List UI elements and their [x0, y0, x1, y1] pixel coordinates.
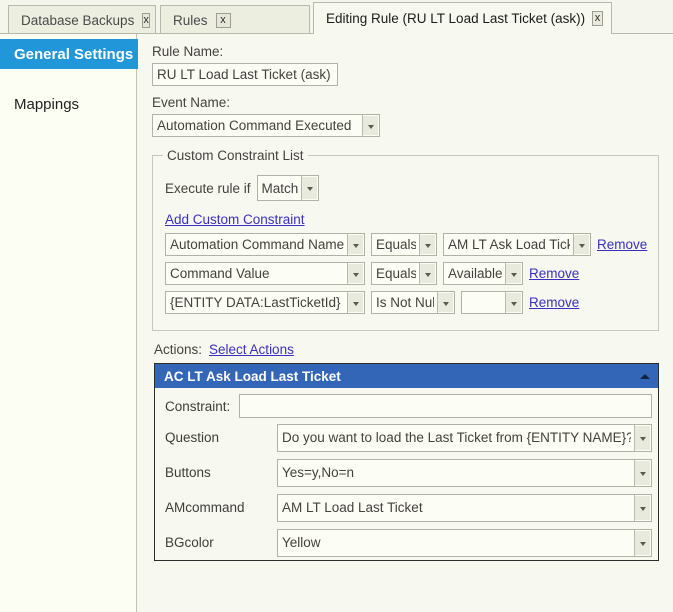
action-property-select[interactable]: AM LT Load Last Ticket: [277, 493, 652, 522]
action-property-select-wrap: Yellow: [277, 528, 652, 557]
constraint-row: Automation Command Name Equals AM LT Ask…: [165, 233, 648, 256]
actions-label: Actions:: [154, 342, 203, 357]
tab-label: Rules: [173, 12, 208, 28]
constraint-operator-select-wrap: Equals: [371, 262, 437, 285]
execute-rule-if-label: Execute rule if: [165, 180, 251, 196]
match-mode-select-wrap: Matches: [256, 175, 319, 201]
action-property-label: Buttons: [165, 465, 211, 480]
tab-editing-rule[interactable]: Editing Rule (RU LT Load Last Ticket (as…: [313, 2, 612, 34]
constraint-field-select-wrap: Command Value: [165, 262, 365, 285]
tab-database-backups[interactable]: Database Backups x: [8, 5, 156, 34]
constraint-value-select[interactable]: [461, 291, 523, 314]
sidebar-item-label: General Settings: [14, 45, 134, 63]
constraint-operator-select-wrap: Equals: [371, 233, 437, 256]
select-actions-link[interactable]: Select Actions: [209, 342, 294, 357]
action-property-field: AM LT Load Last Ticket: [277, 493, 652, 522]
sidebar-item-mappings[interactable]: Mappings: [0, 89, 136, 119]
action-property-label: BGcolor: [165, 535, 214, 550]
constraint-operator-select[interactable]: Equals: [371, 262, 437, 285]
constraint-row: {ENTITY DATA:LastTicketId} Is Not Null R…: [165, 291, 648, 314]
tab-label: Database Backups: [21, 12, 135, 28]
constraint-operator-select[interactable]: Equals: [371, 233, 437, 256]
event-name-label: Event Name:: [152, 95, 231, 110]
constraint-field-select-wrap: {ENTITY DATA:LastTicketId}: [165, 291, 365, 314]
action-property-field: Do you want to load the Last Ticket from…: [277, 423, 652, 452]
constraint-operator-select-wrap: Is Not Null: [371, 291, 455, 314]
action-property-select-wrap: Yes=y,No=n: [277, 458, 652, 487]
action-property-select[interactable]: Yes=y,No=n: [277, 458, 652, 487]
action-property-label: AMcommand: [165, 500, 245, 515]
action-property-select[interactable]: Do you want to load the Last Ticket from…: [277, 423, 652, 452]
action-property-field: Yes=y,No=n: [277, 458, 652, 487]
constraint-value-select-wrap: [461, 291, 523, 314]
actions-row: Actions: Select Actions: [154, 342, 673, 357]
constraint-value-select-wrap: AM LT Ask Load Ticket: [443, 233, 591, 256]
constraint-value-select[interactable]: Available: [443, 262, 523, 285]
close-icon[interactable]: x: [215, 12, 231, 28]
remove-constraint-link[interactable]: Remove: [529, 266, 579, 281]
action-property-select[interactable]: Yellow: [277, 528, 652, 557]
custom-constraint-list-legend: Custom Constraint List: [167, 148, 304, 163]
action-property-select-wrap: AM LT Load Last Ticket: [277, 493, 652, 522]
action-panel: AC LT Ask Load Last Ticket Constraint: Q…: [154, 363, 659, 561]
sidebar-item-general-settings[interactable]: General Settings: [0, 39, 155, 69]
event-name-select-wrap: Automation Command Executed: [152, 114, 380, 137]
action-property-select-wrap: Do you want to load the Last Ticket from…: [277, 423, 652, 452]
caret-up-icon[interactable]: [640, 373, 650, 379]
remove-constraint-link[interactable]: Remove: [529, 295, 579, 310]
event-name-select[interactable]: Automation Command Executed: [152, 114, 380, 137]
action-property-row: Question Do you want to load the Last Ti…: [155, 420, 658, 455]
action-constraint-row: Constraint:: [155, 388, 658, 420]
constraint-field-select[interactable]: Command Value: [165, 262, 365, 285]
rule-name-input[interactable]: [152, 63, 338, 86]
action-property-row: BGcolor Yellow: [155, 525, 658, 560]
tab-label: Editing Rule (RU LT Load Last Ticket (as…: [326, 11, 586, 26]
action-panel-title: AC LT Ask Load Last Ticket: [164, 368, 341, 384]
close-icon[interactable]: x: [592, 11, 603, 26]
sidebar: General Settings Mappings: [0, 34, 155, 612]
action-property-label: Question: [165, 430, 220, 445]
close-icon[interactable]: x: [142, 12, 150, 28]
content-panel: Rule Name: Event Name: Automation Comman…: [138, 34, 673, 612]
constraint-row: Command Value Equals Available Remove: [165, 262, 648, 285]
add-custom-constraint-link[interactable]: Add Custom Constraint: [165, 212, 305, 227]
execute-rule-if-row: Execute rule if Matches: [165, 175, 648, 201]
action-property-row: Buttons Yes=y,No=n: [155, 455, 658, 490]
remove-constraint-link[interactable]: Remove: [597, 237, 647, 252]
constraint-field-select[interactable]: Automation Command Name: [165, 233, 365, 256]
tab-rules[interactable]: Rules x: [160, 5, 310, 34]
action-constraint-field: [239, 394, 652, 418]
match-mode-select[interactable]: Matches: [256, 175, 319, 201]
action-property-row: AMcommand AM LT Load Last Ticket: [155, 490, 658, 525]
constraint-value-select[interactable]: AM LT Ask Load Ticket: [443, 233, 591, 256]
constraint-operator-select[interactable]: Is Not Null: [371, 291, 455, 314]
rule-name-label: Rule Name:: [152, 44, 224, 59]
custom-constraint-list: Custom Constraint List Execute rule if M…: [152, 148, 659, 331]
sidebar-item-label: Mappings: [14, 95, 80, 113]
constraint-field-select[interactable]: {ENTITY DATA:LastTicketId}: [165, 291, 365, 314]
action-panel-header[interactable]: AC LT Ask Load Last Ticket: [155, 364, 658, 388]
action-property-field: Yellow: [277, 528, 652, 557]
constraint-field-select-wrap: Automation Command Name: [165, 233, 365, 256]
action-constraint-input[interactable]: [239, 394, 652, 418]
action-constraint-label: Constraint:: [165, 398, 231, 414]
tab-bar: Database Backups x Rules x Editing Rule …: [0, 0, 673, 34]
constraint-value-select-wrap: Available: [443, 262, 523, 285]
